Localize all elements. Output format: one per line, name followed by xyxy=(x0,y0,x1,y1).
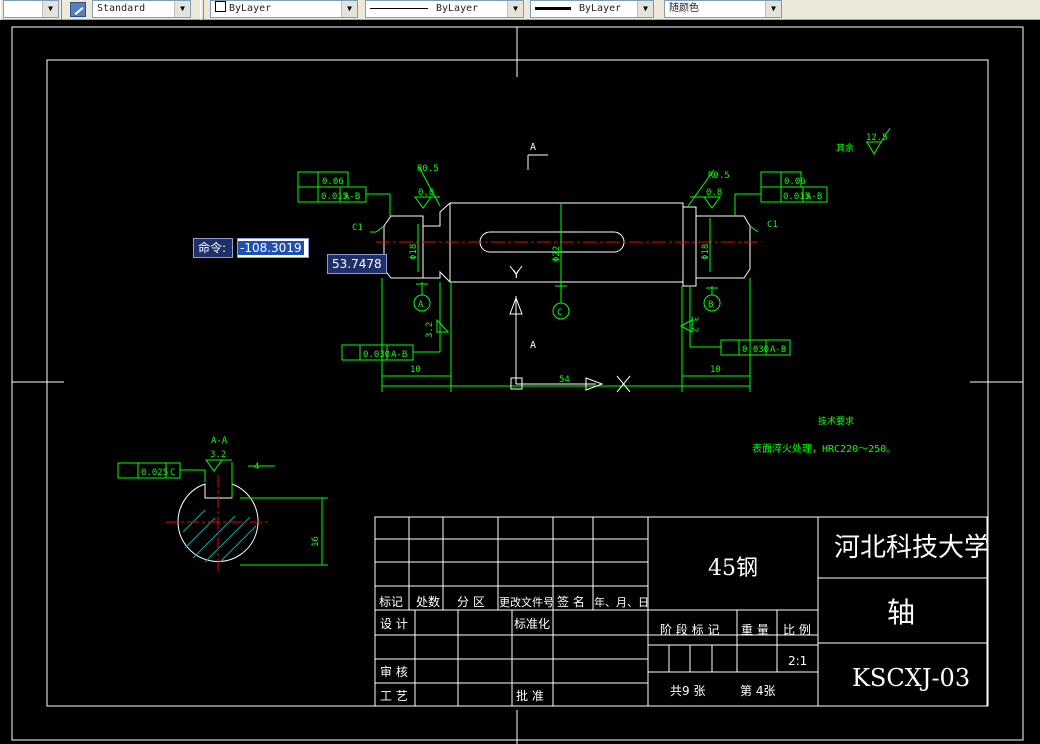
radius-left-label: R0.5 xyxy=(417,164,439,174)
design-label: 设 计 xyxy=(380,617,408,631)
lineweight-value: ByLayer xyxy=(579,3,622,14)
chevron-down-icon: ▼ xyxy=(637,1,653,17)
weight-label: 重 量 xyxy=(741,623,769,637)
symmetry-value: 0.025 xyxy=(141,468,168,478)
datum-right-ab: A-B xyxy=(806,192,822,202)
tolerance-right-1: 0.06 xyxy=(784,177,806,187)
linetype-preview-icon xyxy=(370,7,428,9)
section-title: A-A xyxy=(211,436,228,446)
header-zone: 分 区 xyxy=(457,595,485,609)
text-style-dropdown[interactable]: Standard ▼ xyxy=(92,0,191,18)
toolbar-separator xyxy=(200,0,204,20)
chevron-down-icon: ▼ xyxy=(174,1,190,17)
review-label: 审 核 xyxy=(380,664,408,679)
process-label: 工 艺 xyxy=(380,689,408,703)
sheet-total: 共9 张 xyxy=(670,684,705,698)
runout-left-value: 0.030 xyxy=(363,350,390,360)
header-count: 处数 xyxy=(416,594,440,609)
chevron-down-icon: ▼ xyxy=(765,1,781,17)
text-style-value: Standard xyxy=(97,3,146,14)
symmetry-datum: C xyxy=(170,468,175,478)
section-roughness: 3.2 xyxy=(210,450,226,460)
drawing-number: KSCXJ-03 xyxy=(852,664,970,692)
school-name: 河北科技大学 xyxy=(834,533,990,563)
toolbar-grip[interactable]: ▼ xyxy=(0,0,62,20)
tolerance-left-1: 0.06 xyxy=(322,177,344,187)
lineweight-preview-icon xyxy=(535,6,571,10)
datum-b-label: B xyxy=(708,300,713,310)
chevron-down-icon: ▼ xyxy=(341,1,357,17)
dim-dia-mid: Φ22 xyxy=(552,246,562,262)
unknown-dropdown[interactable]: ▼ xyxy=(3,0,59,18)
view-a-bottom: A xyxy=(530,340,536,351)
lineweight-dropdown[interactable]: ByLayer ▼ xyxy=(530,0,654,18)
color-dropdown[interactable]: 随颜色 ▼ xyxy=(664,0,782,18)
header-sign: 签 名 xyxy=(557,594,585,609)
roughness-right-label: 0.8 xyxy=(706,188,722,198)
dim-dia-left: Φ18 xyxy=(409,244,419,260)
dynamic-input-value: -108.3019 xyxy=(238,241,304,255)
scale-label: 比 例 xyxy=(783,623,811,637)
chamfer-right-label: C1 xyxy=(767,220,778,230)
linetype-value: ByLayer xyxy=(436,3,479,14)
roughness-other-label: 其余 xyxy=(836,142,854,154)
roughness-left-32: 3.2 xyxy=(425,322,435,338)
coordinate-tooltip[interactable]: 53.7478 xyxy=(327,254,387,274)
material-label: 45钢 xyxy=(708,556,758,581)
title-block-text: 45钢 河北科技大学 轴 KSCXJ-03 标记 处数 分 区 更改文件号 签 … xyxy=(379,533,990,703)
chamfer-left-label: C1 xyxy=(352,223,363,233)
dim-dia-right: Φ18 xyxy=(701,244,711,260)
stage-mark-label: 阶 段 标 记 xyxy=(660,622,719,637)
sheet-number: 第 4张 xyxy=(740,684,775,698)
chevron-down-icon: ▼ xyxy=(507,1,523,17)
shaft-outline xyxy=(383,202,751,287)
runout-right-datum: A-B xyxy=(770,345,786,355)
roughness-right-32: 3.2 xyxy=(689,316,699,332)
datum-left-ab: A-B xyxy=(344,192,360,202)
runout-left-datum: A-B xyxy=(391,350,407,360)
chevron-down-icon: ▼ xyxy=(42,1,58,17)
radius-right-label: R0.5 xyxy=(708,171,730,181)
scale-value: 2:1 xyxy=(788,654,807,668)
header-mark: 标记 xyxy=(379,595,403,609)
header-date: 年、月、日 xyxy=(594,595,649,609)
view-arrows xyxy=(509,154,631,393)
approve-label: 批 准 xyxy=(516,688,544,703)
keyway-depth: 16 xyxy=(311,536,321,547)
color-swatch-icon xyxy=(215,1,226,12)
keyway-width: 4 xyxy=(254,462,259,472)
datum-c-label: C xyxy=(557,308,562,318)
roughness-left-label: 0.8 xyxy=(418,188,434,198)
header-change: 更改文件号 xyxy=(499,595,554,609)
datum-a-label: A xyxy=(418,300,424,310)
part-name: 轴 xyxy=(887,596,915,629)
runout-right-value: 0.030 xyxy=(742,345,769,355)
command-prompt-label: 命令: xyxy=(193,238,233,258)
text-style-icon[interactable] xyxy=(70,2,86,17)
roughness-other-value: 12.5 xyxy=(866,133,888,143)
properties-toolbar: ▼ Standard ▼ ByLayer ▼ ByLayer ▼ ByLayer… xyxy=(0,0,1040,20)
tech-requirements-title: 技术要求 xyxy=(818,415,854,427)
linetype-dropdown[interactable]: ByLayer ▼ xyxy=(365,0,524,18)
dim-54: 54 xyxy=(559,375,570,385)
color-value: 随颜色 xyxy=(669,3,699,14)
dim-10-right: 10 xyxy=(710,365,721,375)
ucs-y-label: Y xyxy=(513,268,520,281)
standardize-label: 标准化 xyxy=(514,617,550,631)
cad-drawing[interactable]: C1 C1 R0.5 R0.5 0.8 0.8 12.5 其余 0.06 0.0… xyxy=(0,20,1040,744)
drawing-frame xyxy=(46,59,989,707)
dim-10-left: 10 xyxy=(410,365,421,375)
dynamic-input-field[interactable]: -108.3019 xyxy=(237,238,309,258)
layer-dropdown[interactable]: ByLayer ▼ xyxy=(210,0,358,18)
view-a-top: A xyxy=(530,142,536,153)
tech-requirements-note: 表面淬火处理，HRC220～250。 xyxy=(752,442,896,455)
layer-value: ByLayer xyxy=(229,3,272,14)
drawing-canvas[interactable]: C1 C1 R0.5 R0.5 0.8 0.8 12.5 其余 0.06 0.0… xyxy=(0,20,1040,744)
